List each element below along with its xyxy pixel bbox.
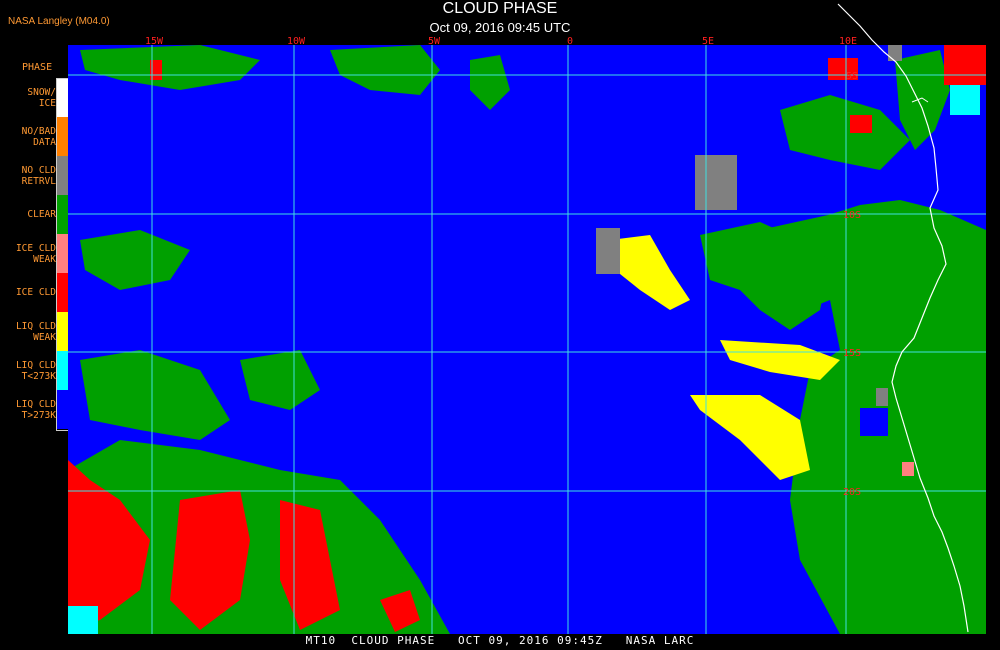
- longitude-label: 10E: [839, 36, 857, 47]
- longitude-label: 5E: [702, 36, 714, 47]
- liquid-cloud-warm-inland: [860, 408, 888, 436]
- liquid-cloud-cold-southwest: [68, 606, 98, 634]
- footer-caption: MT10 CLOUD PHASE OCT 09, 2016 09:45Z NAS…: [0, 634, 1000, 650]
- longitude-label: 0: [567, 36, 573, 47]
- latitude-label: 5S: [846, 71, 858, 82]
- latitude-label: 15S: [843, 348, 861, 359]
- liquid-cloud-cold-northeast: [950, 85, 980, 115]
- no-retrieval-patch-4: [876, 388, 888, 406]
- ice-cloud-northeast: [944, 45, 986, 85]
- latitude-label: 20S: [843, 487, 861, 498]
- cloud-phase-map[interactable]: 15W 10W 5W 0 5E 10E 5S 10S 15S 20S: [0, 0, 1000, 650]
- longitude-label: 15W: [145, 36, 164, 47]
- longitude-label: 5W: [428, 36, 441, 47]
- ice-cloud-coast-2: [850, 115, 872, 133]
- no-retrieval-patch-2: [596, 228, 620, 274]
- no-retrieval-patch-1: [695, 155, 737, 210]
- no-retrieval-patch-3: [888, 45, 902, 61]
- latitude-label: 10S: [843, 210, 861, 221]
- ice-cloud-weak-inland: [902, 462, 914, 476]
- longitude-label: 10W: [287, 36, 306, 47]
